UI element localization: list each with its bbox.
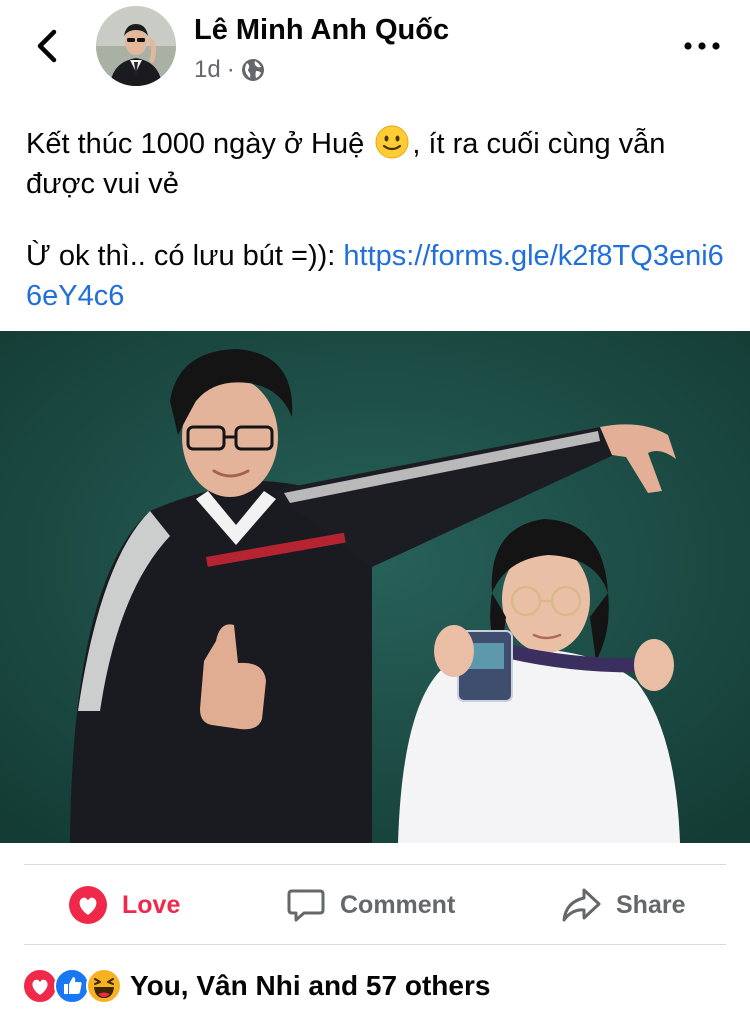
avatar-image	[96, 6, 176, 86]
comment-button[interactable]: Comment	[286, 866, 455, 944]
post-meta: 1d ·	[194, 56, 265, 84]
reaction-icons	[22, 968, 122, 1004]
meta-separator: ·	[226, 56, 235, 83]
post-text-segment: Ừ ok thì.. có lưu bút =)):	[26, 240, 344, 272]
post-header: Lê Minh Anh Quốc 1d ·	[0, 0, 750, 100]
comment-icon	[287, 889, 325, 922]
reactions-summary[interactable]: You, Vân Nhi and 57 others	[22, 964, 490, 1008]
divider	[24, 864, 726, 865]
back-button[interactable]	[28, 24, 68, 68]
love-icon	[69, 886, 107, 924]
comment-label: Comment	[340, 890, 456, 919]
share-label: Share	[616, 890, 686, 919]
more-options-button[interactable]	[678, 28, 726, 64]
haha-icon	[86, 968, 122, 1004]
chevron-left-icon	[37, 29, 57, 63]
share-button[interactable]: Share	[560, 866, 685, 944]
post-action-bar: Love Comment Share	[0, 866, 750, 944]
post-body: Kết thúc 1000 ngày ở Huệ , ít ra cuối cù…	[26, 124, 726, 348]
post-time[interactable]: 1d	[194, 56, 221, 84]
slightly-smiling-emoji-icon	[375, 125, 409, 159]
post-paragraph: Kết thúc 1000 ngày ở Huệ , ít ra cuối cù…	[26, 124, 726, 204]
photo-illustration	[0, 331, 750, 843]
love-button[interactable]: Love	[68, 866, 180, 944]
post-photo[interactable]	[0, 331, 750, 843]
like-icon	[54, 968, 90, 1004]
share-icon	[562, 888, 601, 922]
globe-icon	[241, 59, 264, 81]
reactions-count-text: You, Vân Nhi and 57 others	[130, 970, 491, 1001]
avatar[interactable]	[96, 6, 176, 86]
post-paragraph: Ừ ok thì.. có lưu bút =)): https://forms…	[26, 236, 726, 316]
divider	[24, 944, 726, 945]
love-icon	[22, 968, 58, 1004]
more-horizontal-icon	[684, 42, 720, 50]
love-label: Love	[122, 890, 181, 919]
author-name[interactable]: Lê Minh Anh Quốc	[194, 14, 449, 47]
post-text-segment: Kết thúc 1000 ngày ở Huệ	[26, 128, 373, 160]
